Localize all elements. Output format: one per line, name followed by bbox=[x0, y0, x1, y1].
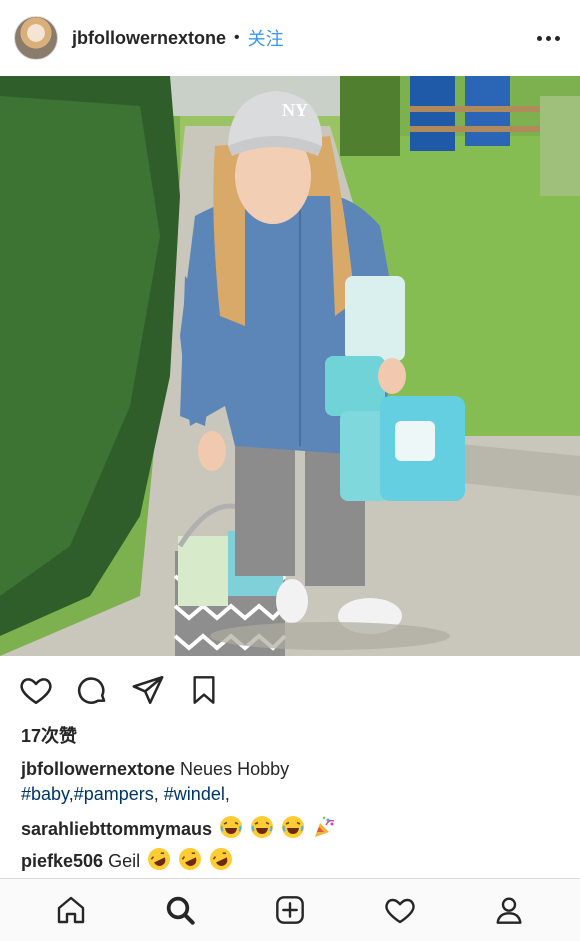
avatar[interactable] bbox=[14, 16, 58, 60]
comment-username[interactable]: sarahliebttommymaus bbox=[21, 819, 212, 839]
tag-separator: , bbox=[153, 784, 164, 804]
like-heart-icon[interactable] bbox=[18, 672, 54, 708]
laughing-emoji-icon bbox=[219, 815, 243, 846]
caption-username[interactable]: jbfollowernextone bbox=[21, 759, 175, 779]
rofl-emoji-icon bbox=[209, 847, 233, 878]
profile-icon[interactable] bbox=[487, 888, 531, 932]
laughing-emoji-icon bbox=[250, 815, 274, 846]
search-icon[interactable] bbox=[158, 888, 202, 932]
svg-text:NY: NY bbox=[282, 100, 308, 120]
caption-text: Neues Hobby bbox=[180, 759, 290, 779]
hashtag-baby[interactable]: #baby bbox=[21, 784, 69, 804]
comment-bubble-icon[interactable] bbox=[74, 672, 110, 708]
post-photo[interactable]: NY bbox=[0, 76, 580, 656]
new-post-icon[interactable] bbox=[268, 888, 312, 932]
comment-text: Geil bbox=[108, 851, 141, 871]
activity-icon[interactable] bbox=[378, 888, 422, 932]
hashtag-pampers[interactable]: #pampers bbox=[74, 784, 154, 804]
likes-count[interactable]: 17次赞 bbox=[21, 722, 77, 748]
rofl-emoji-icon bbox=[178, 847, 202, 878]
post-header: jbfollowernextone • 关注 bbox=[0, 0, 580, 76]
comment-item: piefke506 Geil bbox=[21, 847, 561, 878]
laughing-emoji-icon bbox=[281, 815, 305, 846]
tag-separator: , bbox=[224, 784, 230, 804]
comment-username[interactable]: piefke506 bbox=[21, 851, 103, 871]
party-popper-emoji-icon bbox=[312, 815, 336, 846]
post-actions bbox=[0, 665, 580, 715]
more-options-icon[interactable] bbox=[531, 28, 566, 49]
bottom-navigation bbox=[0, 878, 580, 941]
instagram-post-screen: jbfollowernextone • 关注 NY 17次赞 jbfollowe… bbox=[0, 0, 580, 941]
hashtag-windel[interactable]: #windel bbox=[164, 784, 225, 804]
follow-button[interactable]: 关注 bbox=[248, 25, 284, 51]
post-caption: jbfollowernextone Neues Hobby #baby,#pam… bbox=[21, 757, 561, 807]
separator-dot: • bbox=[234, 29, 240, 46]
post-author-username[interactable]: jbfollowernextone bbox=[72, 28, 226, 49]
home-icon[interactable] bbox=[49, 888, 93, 932]
share-send-icon[interactable] bbox=[130, 672, 166, 708]
bookmark-icon[interactable] bbox=[186, 672, 222, 708]
rofl-emoji-icon bbox=[147, 847, 171, 878]
comment-item: sarahliebttommymaus bbox=[21, 815, 561, 846]
